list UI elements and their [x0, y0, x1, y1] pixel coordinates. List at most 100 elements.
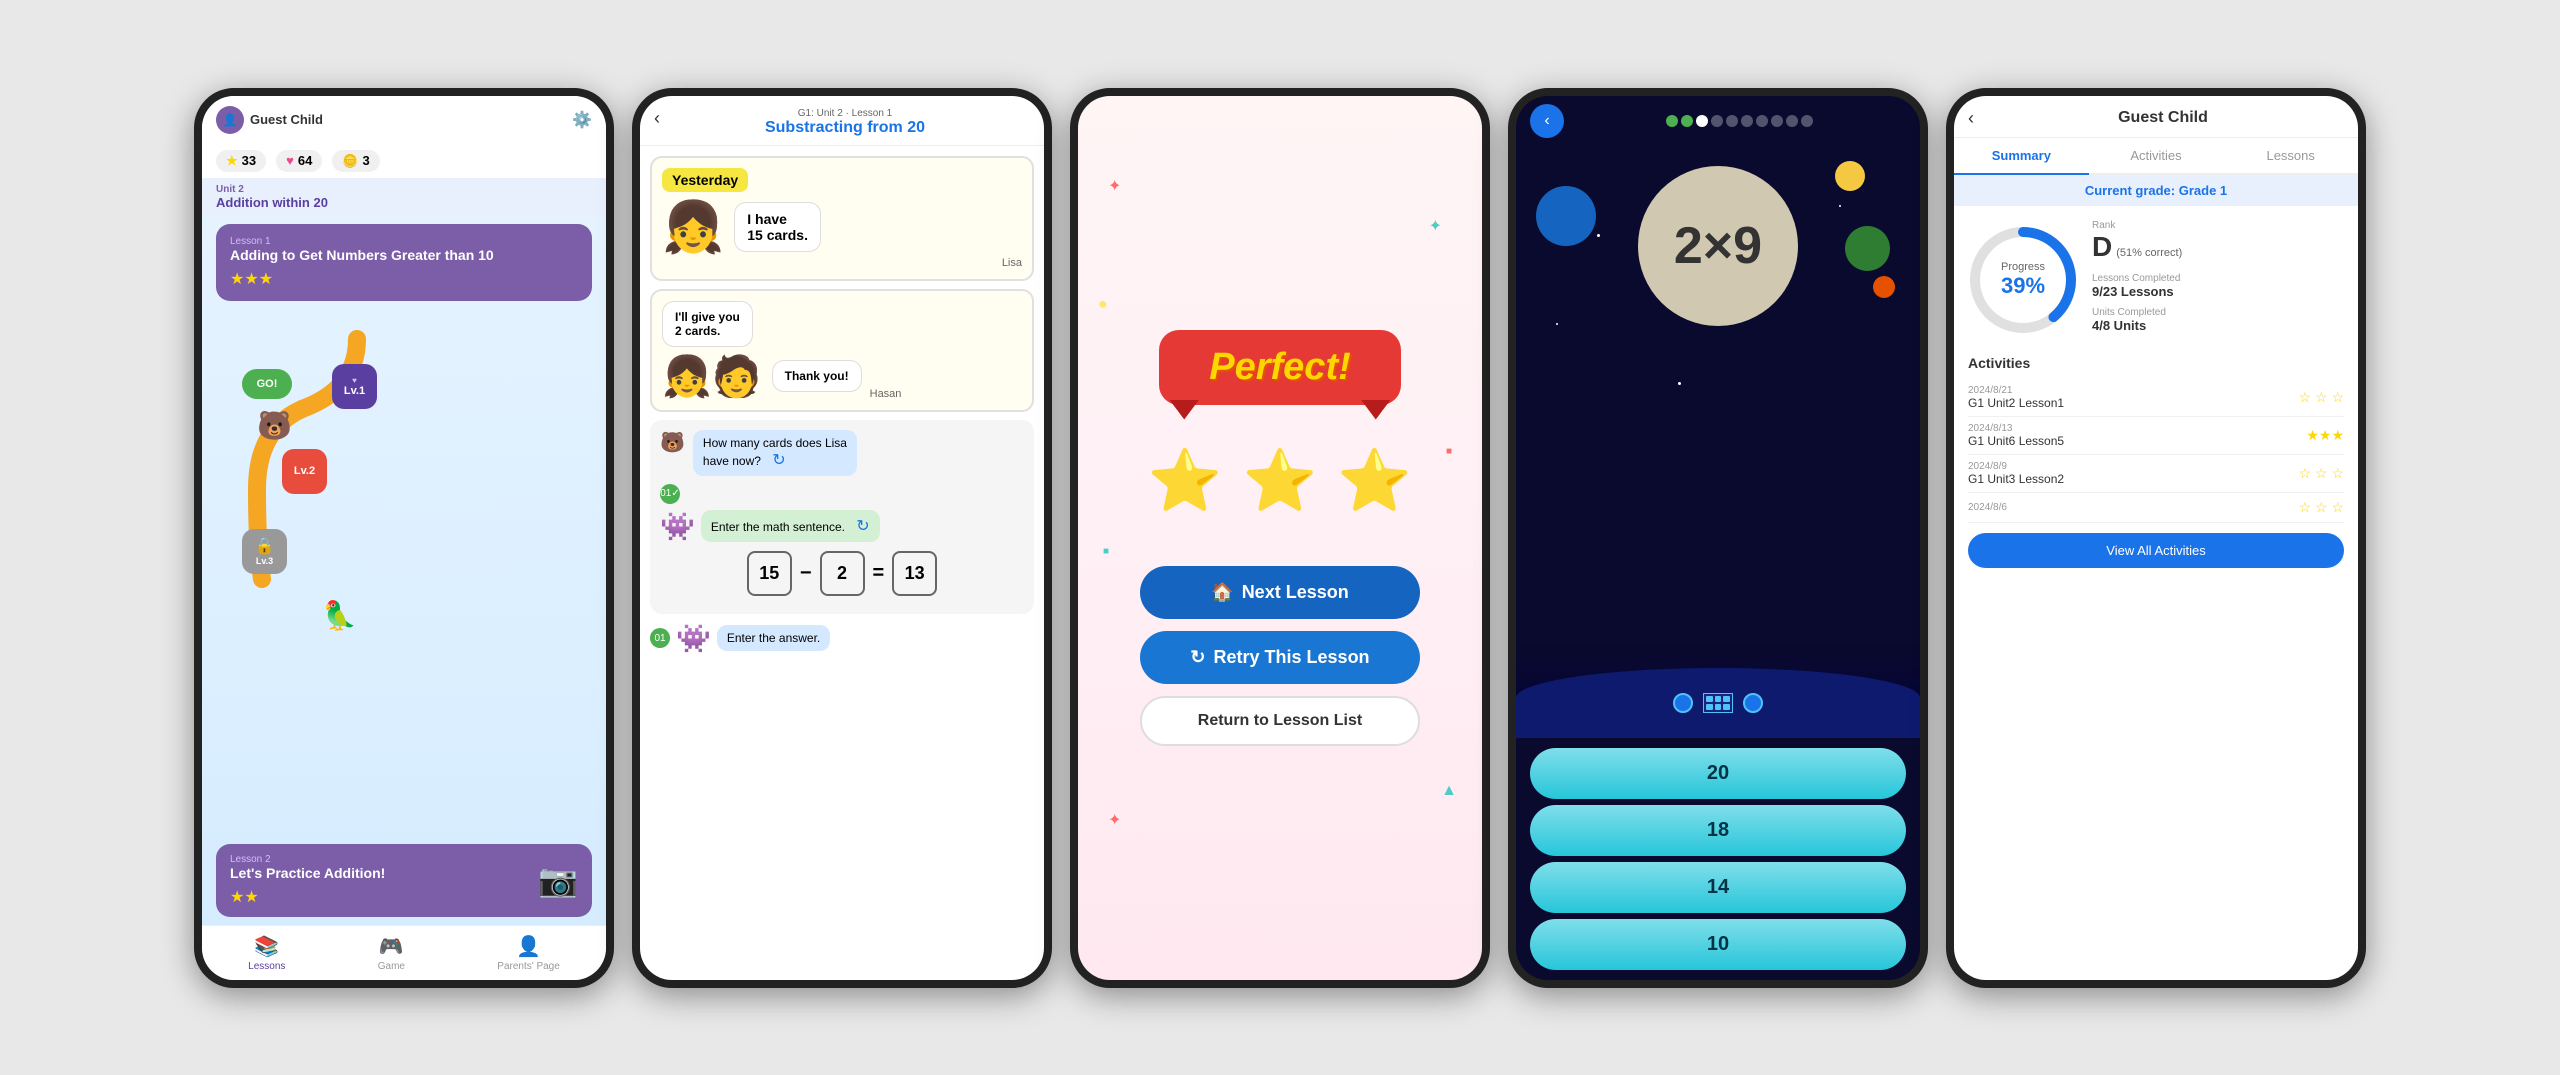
tab-summary[interactable]: Summary: [1954, 138, 2089, 175]
answer-18[interactable]: 18: [1530, 805, 1906, 856]
math-equation: 15 − 2 = 13: [660, 551, 1024, 596]
question-bubble: How many cards does Lisahave now? ↻: [693, 430, 857, 476]
home-icon: 🏠: [1211, 582, 1233, 603]
answer-10[interactable]: 10: [1530, 919, 1906, 970]
answer-badge-2: 01: [650, 628, 670, 648]
tab-lessons[interactable]: Lessons: [2223, 138, 2358, 173]
activity-row-1: 2024/8/21 G1 Unit2 Lesson1 ☆ ☆ ☆: [1968, 379, 2344, 417]
progress-circle: Progress 39%: [1968, 225, 2078, 335]
stars-stat: ★ 33: [216, 150, 266, 172]
settings-icon[interactable]: ⚙️: [572, 110, 592, 130]
activity-date-1: 2024/8/21: [1968, 385, 2064, 396]
math-op: −: [800, 562, 812, 585]
star-icon: ★: [226, 153, 238, 169]
activity-date-2: 2024/8/13: [1968, 423, 2064, 434]
nav-game[interactable]: 🎮 Game: [378, 934, 405, 972]
phone-4: ‹: [1508, 88, 1928, 988]
nav-lessons[interactable]: 📚 Lessons: [248, 934, 285, 972]
refresh-icon[interactable]: ↻: [772, 452, 785, 469]
lv2-node[interactable]: Lv.2: [282, 449, 327, 494]
monster-icon: 👾: [660, 510, 695, 543]
achievement-stars: ⭐ ⭐ ⭐: [1148, 445, 1412, 516]
progress-dots: [1572, 115, 1906, 127]
dot-3: [1696, 115, 1708, 127]
heart-icon: ♥: [286, 153, 294, 168]
back-button-5[interactable]: ‹: [1968, 108, 1974, 129]
unit-title: Addition within 20: [216, 195, 592, 210]
phone-3: ✦ ✦ ● ✦ ▲ ■ ■ Perfect! ⭐ ⭐ ⭐ 🏠 Next Less…: [1070, 88, 1490, 988]
back-button-4[interactable]: ‹: [1530, 104, 1564, 138]
bear-character: 🐻: [257, 409, 292, 442]
control-grid: [1703, 693, 1733, 713]
hearts-stat: ♥ 64: [276, 150, 322, 172]
lv1-node[interactable]: ♥ Lv.1: [332, 364, 377, 409]
math-result: 13: [892, 551, 937, 596]
go-node[interactable]: GO!: [242, 369, 292, 399]
speech-bubble-2b: Thank you!: [772, 360, 862, 392]
confetti-2: ✦: [1429, 216, 1442, 236]
stats-bar: ★ 33 ♥ 64 🪙 3: [202, 144, 606, 178]
multiplication-problem: 2×9: [1674, 216, 1762, 276]
activity-row-3: 2024/8/9 G1 Unit3 Lesson2 ☆ ☆ ☆: [1968, 455, 2344, 493]
chat-question: 🐻 How many cards does Lisahave now? ↻: [660, 430, 1024, 476]
bottom-chat-hint: 01 👾 Enter the answer.: [650, 622, 1034, 655]
username: Guest Child: [250, 112, 323, 127]
character-name-2: Hasan: [870, 388, 902, 400]
progress-label: Progress: [2001, 261, 2045, 273]
answer-hint-bubble: Enter the math sentence. ↻: [701, 510, 880, 542]
units-completed-label: Units Completed: [2092, 307, 2344, 318]
return-to-list-button[interactable]: Return to Lesson List: [1140, 696, 1420, 746]
rank-label: Rank: [2092, 220, 2182, 231]
tab-activities[interactable]: Activities: [2089, 138, 2224, 173]
cockpit-panel: [1516, 668, 1920, 738]
math-num1: 15: [747, 551, 792, 596]
confetti-7: ■: [1103, 546, 1109, 557]
phones-container: 👤 Guest Child ⚙️ ★ 33 ♥ 64 🪙 3: [194, 88, 2366, 988]
dot-9: [1786, 115, 1798, 127]
lessons-completed-value: 9/23 Lessons: [2092, 284, 2344, 299]
refresh-icon-2[interactable]: ↻: [856, 518, 869, 535]
back-button[interactable]: ‹: [654, 108, 660, 129]
phone-5: ‹ Guest Child Summary Activities Lessons…: [1946, 88, 2366, 988]
activity-row-2: 2024/8/13 G1 Unit6 Lesson5 ★★★: [1968, 417, 2344, 455]
dot-8: [1771, 115, 1783, 127]
comic-box-2: I'll give you2 cards. 👧🧑 Thank you! Hasa…: [650, 289, 1034, 412]
game-icon: 🎮: [379, 934, 404, 959]
view-all-activities-button[interactable]: View All Activities: [1968, 533, 2344, 568]
answer-row-1: 01✓: [660, 484, 1024, 504]
phone-5-screen: ‹ Guest Child Summary Activities Lessons…: [1954, 96, 2358, 980]
comic-box-1: Yesterday 👧 I have15 cards. Lisa: [650, 156, 1034, 281]
answer-badge-1: 01✓: [660, 484, 680, 504]
speech-bubble-2a: I'll give you2 cards.: [662, 301, 753, 347]
answer-20[interactable]: 20: [1530, 748, 1906, 799]
activity-date-3: 2024/8/9: [1968, 461, 2064, 472]
phone4-top-bar: ‹: [1516, 96, 1920, 146]
child-name: Guest Child: [1982, 109, 2344, 127]
lesson-1-card[interactable]: Lesson 1 Adding to Get Numbers Greater t…: [216, 224, 592, 301]
next-lesson-button[interactable]: 🏠 Next Lesson: [1140, 566, 1420, 619]
planet-green: [1845, 226, 1890, 271]
nav-parents[interactable]: 👤 Parents' Page: [497, 934, 560, 972]
answer-14[interactable]: 14: [1530, 862, 1906, 913]
math-num2: 2: [820, 551, 865, 596]
phone-1: 👤 Guest Child ⚙️ ★ 33 ♥ 64 🪙 3: [194, 88, 614, 988]
activity-stars-3: ☆ ☆ ☆: [2299, 465, 2344, 482]
phone-2-screen: ‹ G1: Unit 2 · Lesson 1 Substracting fro…: [640, 96, 1044, 980]
right-stats: Rank D (51% correct) Lessons Completed 9…: [2092, 220, 2344, 341]
confetti-3: ●: [1098, 296, 1108, 314]
lesson-subtitle: G1: Unit 2 · Lesson 1: [654, 108, 1030, 119]
grade-sub: (51% correct): [2116, 247, 2182, 259]
retry-lesson-button[interactable]: ↻ Retry This Lesson: [1140, 631, 1420, 684]
report-tabs: Summary Activities Lessons: [1954, 138, 2358, 175]
dot-5: [1726, 115, 1738, 127]
phone1-header: 👤 Guest Child ⚙️: [202, 96, 606, 144]
character-name-1: Lisa: [662, 257, 1022, 269]
map-area: GO! ♥ Lv.1 Lv.2 🔒 Lv.3 🐻 🦜: [202, 309, 606, 844]
phone-4-screen: ‹: [1516, 96, 1920, 980]
lesson-2-card[interactable]: Lesson 2 Let's Practice Addition! ★★ 📷: [216, 844, 592, 917]
activity-name-3: G1 Unit3 Lesson2: [1968, 472, 2064, 486]
unit-label: Unit 2: [216, 184, 592, 195]
activity-stars-1: ☆ ☆ ☆: [2299, 389, 2344, 406]
enter-answer-bubble: Enter the answer.: [717, 625, 830, 651]
activities-title: Activities: [1968, 355, 2344, 371]
